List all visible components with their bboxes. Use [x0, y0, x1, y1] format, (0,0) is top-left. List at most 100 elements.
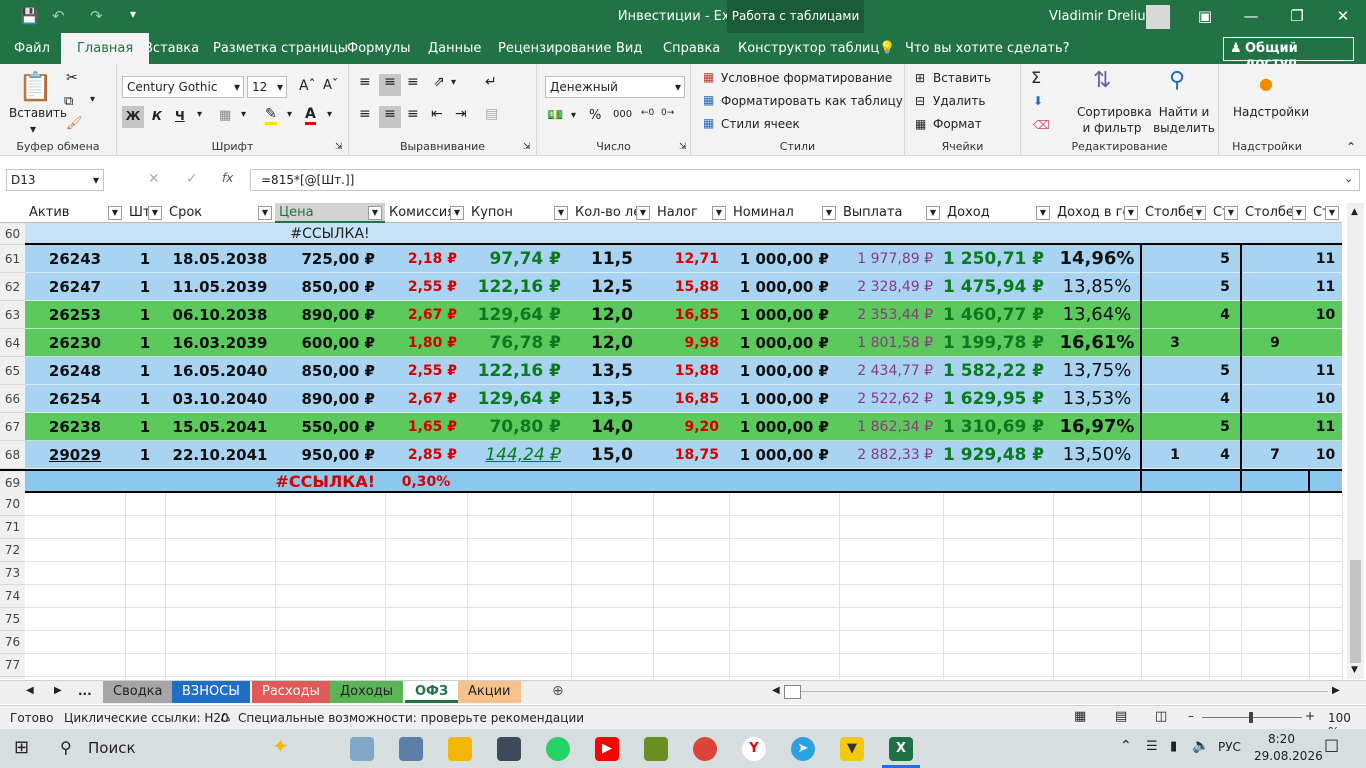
- filter-dropdown-icon[interactable]: ▼: [1325, 206, 1339, 220]
- cell-col-d[interactable]: 11: [1309, 413, 1342, 441]
- cell-price[interactable]: 850,00 ₽: [275, 273, 385, 301]
- hscroll-track[interactable]: [801, 691, 1328, 692]
- format-table-icon[interactable]: ▦: [703, 93, 714, 107]
- chevron-down-icon[interactable]: ▾: [327, 109, 332, 120]
- status-accessibility[interactable]: Специальные возможности: проверьте реком…: [238, 711, 584, 725]
- chevron-down-icon[interactable]: ▾: [197, 109, 202, 120]
- cell-payout[interactable]: 2 434,77 ₽: [839, 357, 943, 385]
- grow-font-icon[interactable]: Aˆ: [299, 78, 316, 94]
- yandex-icon[interactable]: Y: [742, 737, 766, 761]
- app-icon[interactable]: [644, 737, 668, 761]
- telegram-icon[interactable]: ➤: [791, 737, 815, 761]
- sheet-tab-stocks[interactable]: Акции: [458, 681, 521, 703]
- cell-payout[interactable]: 1 977,89 ₽: [839, 245, 943, 273]
- cell-term[interactable]: 15.05.2041: [165, 413, 275, 441]
- paste-button[interactable]: Вставить: [9, 106, 67, 120]
- cell-col-b[interactable]: 4: [1209, 441, 1241, 469]
- percent-icon[interactable]: %: [589, 108, 601, 123]
- filter-dropdown-icon[interactable]: ▼: [1124, 206, 1138, 220]
- cell-coupon[interactable]: 129,64 ₽: [467, 385, 571, 413]
- cell-nominal[interactable]: 1 000,00 ₽: [729, 413, 839, 441]
- search-icon[interactable]: ⚲: [60, 738, 72, 757]
- cell-commission[interactable]: 2,85 ₽: [385, 441, 467, 469]
- chevron-down-icon[interactable]: ▾: [90, 94, 95, 105]
- cell-payout[interactable]: 1 862,34 ₽: [839, 413, 943, 441]
- format-cells-button[interactable]: Формат: [933, 117, 982, 131]
- sparkle-icon[interactable]: ✦: [272, 734, 289, 758]
- zoom-out-icon[interactable]: –: [1188, 709, 1194, 723]
- app-icon[interactable]: ▼: [840, 737, 864, 761]
- thousands-icon[interactable]: 000: [613, 109, 632, 120]
- row-header[interactable]: 68: [0, 441, 25, 469]
- tab-formulas[interactable]: Формулы: [347, 41, 410, 56]
- cell-yield[interactable]: 13,75%: [1053, 357, 1141, 385]
- decrease-indent-icon[interactable]: ⇤: [431, 106, 443, 122]
- cell-income[interactable]: 1 310,69 ₽: [943, 413, 1053, 441]
- row-header[interactable]: 61: [0, 245, 25, 273]
- cell-term[interactable]: 06.10.2038: [165, 301, 275, 329]
- cell-qty[interactable]: 1: [125, 441, 165, 469]
- cell-qty[interactable]: 1: [125, 245, 165, 273]
- cell-asset[interactable]: 26248: [25, 357, 125, 385]
- cell-col-c[interactable]: 7: [1241, 441, 1309, 469]
- cell-col-a[interactable]: 1: [1141, 441, 1209, 469]
- dialog-launcher-icon[interactable]: ⇲: [523, 142, 531, 152]
- cell-yield[interactable]: 13,50%: [1053, 441, 1141, 469]
- format-table-button[interactable]: Форматировать как таблицу: [721, 94, 903, 108]
- scroll-thumb[interactable]: [1350, 560, 1361, 663]
- cell-asset[interactable]: 26254: [25, 385, 125, 413]
- normal-view-icon[interactable]: ▦: [1074, 709, 1086, 724]
- filter-dropdown-icon[interactable]: ▼: [1224, 206, 1238, 220]
- row-header[interactable]: 77: [0, 654, 25, 677]
- sheet-tab-ofz[interactable]: ОФЗ: [405, 681, 459, 703]
- cell-qty[interactable]: 1: [125, 273, 165, 301]
- excel-icon[interactable]: X: [889, 737, 913, 761]
- shrink-font-icon[interactable]: Aˇ: [323, 78, 338, 93]
- cell-qty[interactable]: 1: [125, 329, 165, 357]
- cell-nominal[interactable]: 1 000,00 ₽: [729, 301, 839, 329]
- formula-input[interactable]: =815*[@[Шт.]]: [250, 169, 1360, 191]
- clear-icon[interactable]: ⌫: [1033, 118, 1050, 132]
- row-header[interactable]: 60: [0, 223, 25, 245]
- cell-coupon[interactable]: 76,78 ₽: [467, 329, 571, 357]
- cell-nominal[interactable]: 1 000,00 ₽: [729, 273, 839, 301]
- cell-yield[interactable]: 16,61%: [1053, 329, 1141, 357]
- cell-tax[interactable]: 18,75: [653, 441, 729, 469]
- cell-income[interactable]: 1 582,22 ₽: [943, 357, 1053, 385]
- insert-function-icon[interactable]: fx: [222, 171, 233, 185]
- cell-price[interactable]: 725,00 ₽: [275, 245, 385, 273]
- delete-cells-button[interactable]: Удалить: [933, 94, 986, 108]
- cell-col-b[interactable]: [1209, 329, 1241, 357]
- cell-col-a[interactable]: [1141, 273, 1209, 301]
- cell-coupon[interactable]: 97,74 ₽: [467, 245, 571, 273]
- cell-term[interactable]: 16.03.2039: [165, 329, 275, 357]
- cell-years[interactable]: 13,5: [571, 357, 653, 385]
- zoom-slider-thumb[interactable]: [1249, 712, 1253, 723]
- windows-start-icon[interactable]: ⊞: [14, 737, 29, 758]
- addins-icon[interactable]: ●: [1259, 74, 1273, 93]
- filter-dropdown-icon[interactable]: ▼: [712, 206, 726, 220]
- cell-col-a[interactable]: [1141, 413, 1209, 441]
- cell-term[interactable]: 11.05.2039: [165, 273, 275, 301]
- tray-chevron-icon[interactable]: ⌃: [1120, 738, 1132, 754]
- cell-col-b[interactable]: 4: [1209, 301, 1241, 329]
- scroll-sheets-right-icon[interactable]: ▶: [54, 685, 62, 696]
- tab-view[interactable]: Вид: [616, 41, 642, 56]
- cell-income[interactable]: 1 460,77 ₽: [943, 301, 1053, 329]
- cell-qty[interactable]: 1: [125, 413, 165, 441]
- insert-cells-icon[interactable]: ⊞: [915, 71, 925, 85]
- cell-asset[interactable]: 26238: [25, 413, 125, 441]
- cell-years[interactable]: 11,5: [571, 245, 653, 273]
- cancel-icon[interactable]: ✕: [148, 171, 160, 187]
- cell-asset[interactable]: 26253: [25, 301, 125, 329]
- row-header[interactable]: 70: [0, 493, 25, 516]
- cell-term[interactable]: 03.10.2040: [165, 385, 275, 413]
- cell-coupon[interactable]: 70,80 ₽: [467, 413, 571, 441]
- battery-icon[interactable]: ▮: [1170, 739, 1177, 754]
- fill-icon[interactable]: ⬇: [1033, 94, 1043, 108]
- filter-dropdown-icon[interactable]: ▼: [148, 206, 162, 220]
- filter-dropdown-icon[interactable]: ▼: [1192, 206, 1206, 220]
- cell-payout[interactable]: 2 328,49 ₽: [839, 273, 943, 301]
- sheet-tab-expenses[interactable]: Расходы: [252, 681, 330, 703]
- cell-coupon[interactable]: 129,64 ₽: [467, 301, 571, 329]
